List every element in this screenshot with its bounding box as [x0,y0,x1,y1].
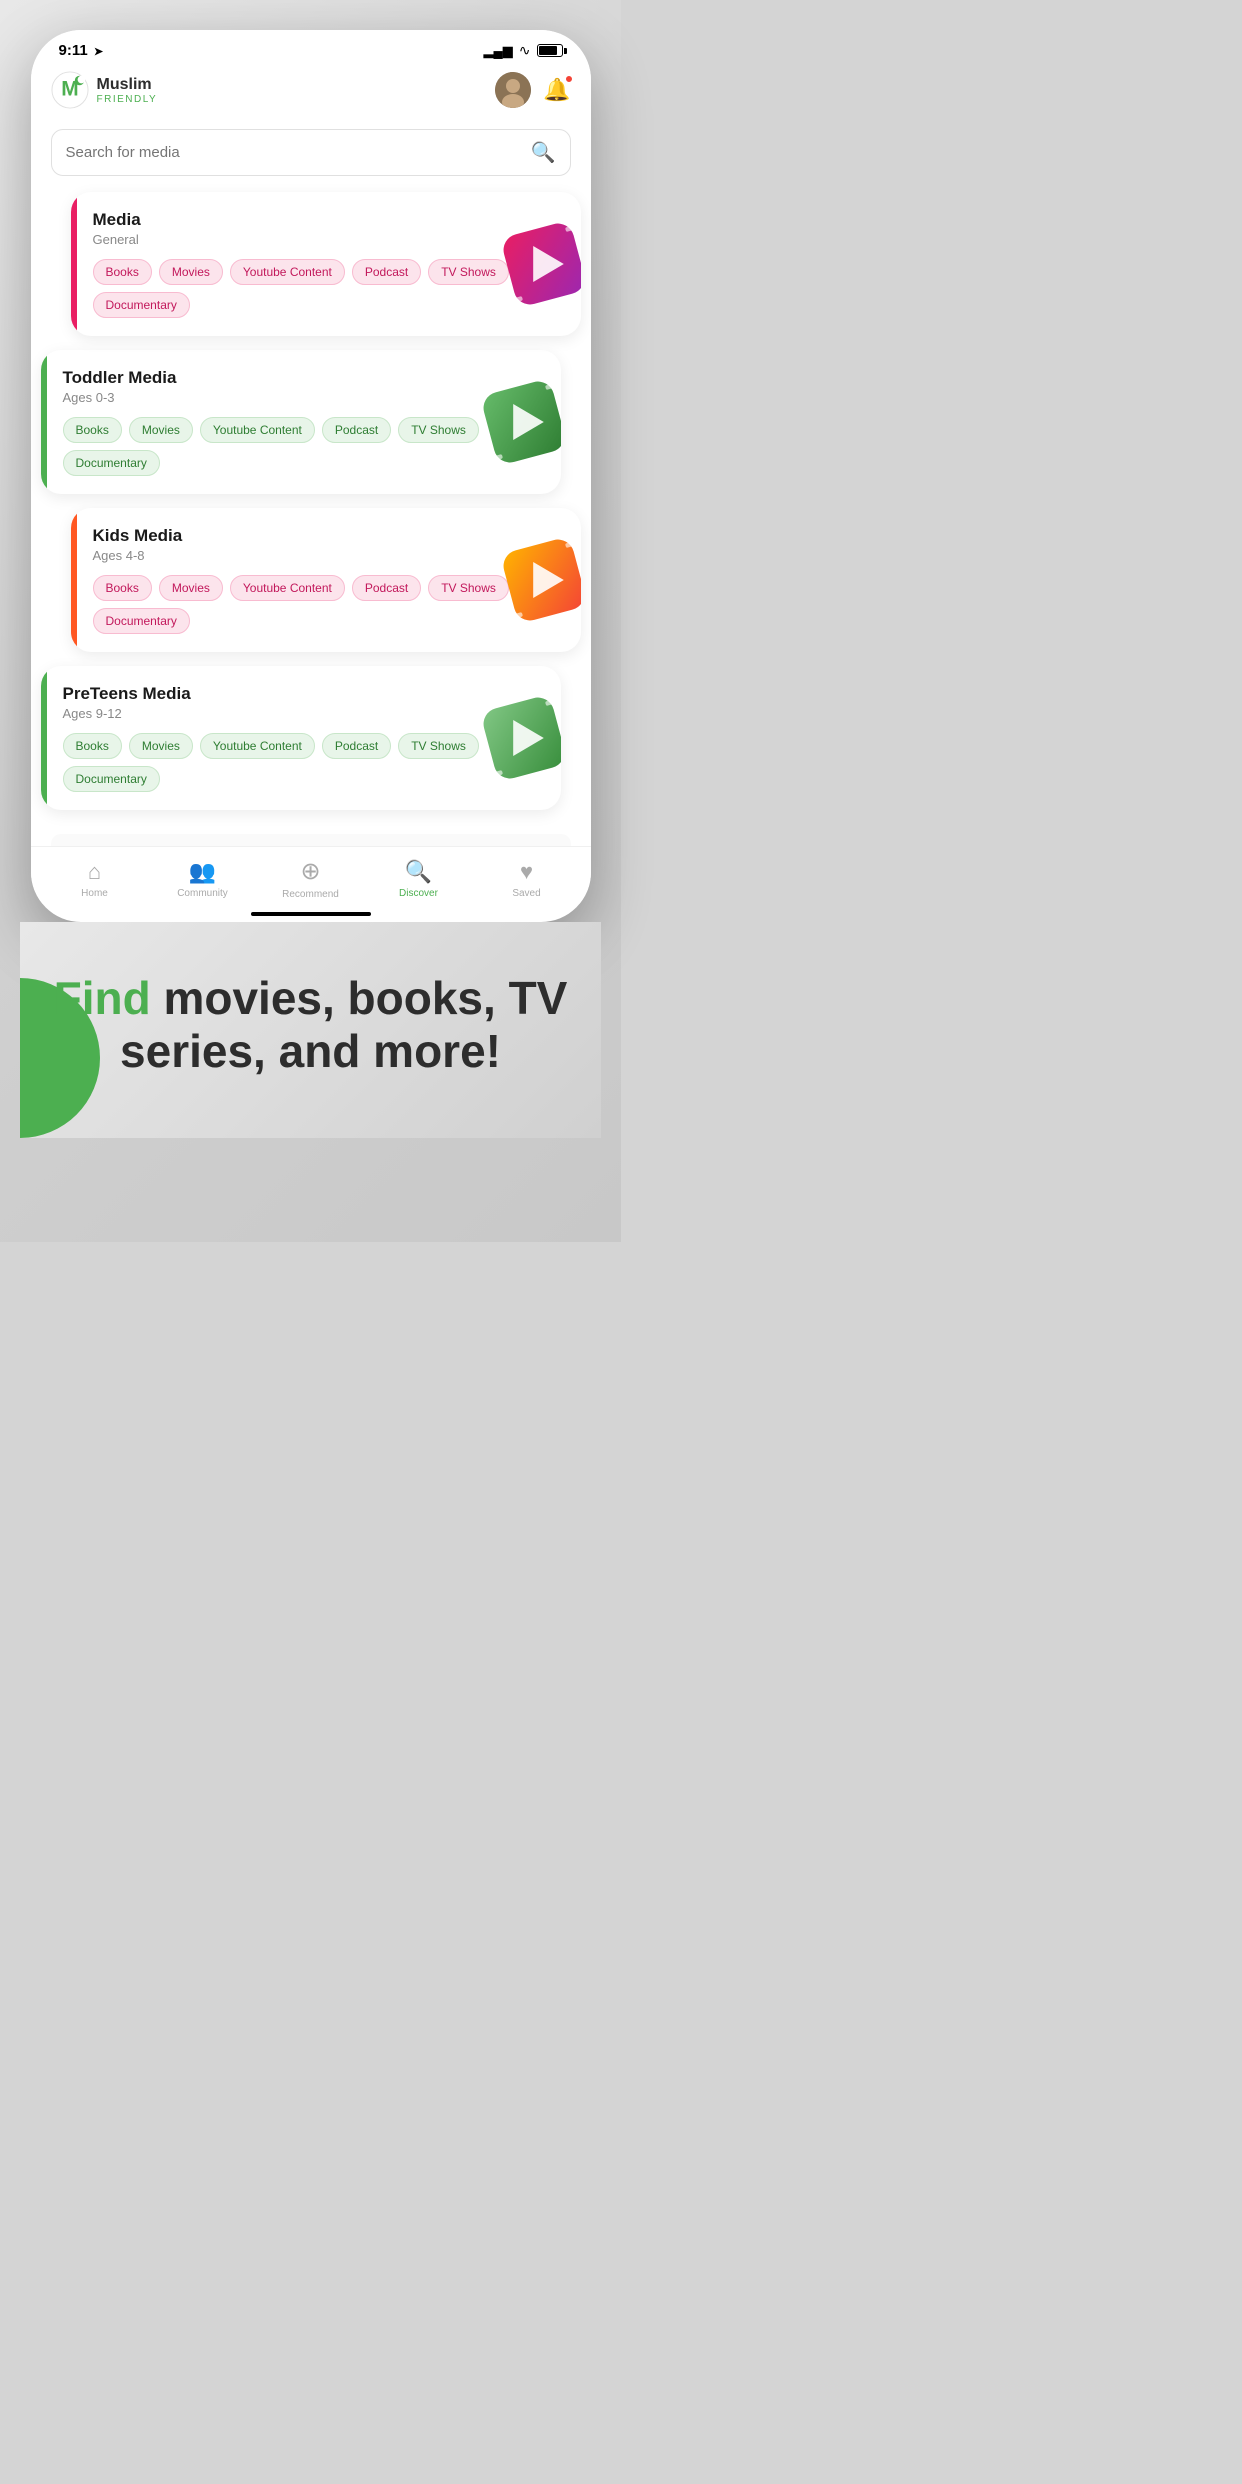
home-indicator [251,912,371,916]
tag-podcast-p[interactable]: Podcast [322,733,391,759]
app-header: M Muslim FRIENDLY [31,65,591,121]
card-preteens-subtitle: Ages 9-12 [63,706,543,721]
card-toddler-title: Toddler Media [63,368,543,388]
card-preteens[interactable]: PreTeens Media Ages 9-12 Books Movies Yo… [41,666,561,810]
card-kids-title: Kids Media [93,526,563,546]
tag-podcast[interactable]: Podcast [352,259,421,285]
tag-tvshows-p[interactable]: TV Shows [398,733,479,759]
card-kids[interactable]: Kids Media Ages 4-8 Books Movies Youtube… [71,508,581,652]
avatar[interactable] [495,72,531,108]
tag-movies[interactable]: Movies [159,259,223,285]
accent-bar-general [71,192,77,336]
tag-documentary[interactable]: Documentary [93,292,190,318]
card-toddler-subtitle: Ages 0-3 [63,390,543,405]
tag-documentary-t[interactable]: Documentary [63,450,160,476]
card-general-title: Media [93,210,563,230]
home-icon: ⌂ [88,859,101,885]
nav-home[interactable]: ⌂ Home [41,859,149,899]
tag-documentary-p[interactable]: Documentary [63,766,160,792]
home-label: Home [81,888,108,899]
tag-books-p[interactable]: Books [63,733,122,759]
notification-dot [565,75,573,83]
card-toddler[interactable]: Toddler Media Ages 0-3 Books Movies Yout… [41,350,561,494]
card-preteens-title: PreTeens Media [63,684,543,704]
location-icon: ➤ [94,46,103,58]
tag-tvshows-t[interactable]: TV Shows [398,417,479,443]
nav-recommend[interactable]: ⊕ Recommend [257,857,365,900]
bottom-nav: ⌂ Home 👥 Community ⊕ Recommend 🔍 Discove… [31,846,591,904]
promo-section: Find movies, books, TV series, and more! [20,922,601,1138]
card-toddler-tags: Books Movies Youtube Content Podcast TV … [63,417,543,476]
tag-podcast-t[interactable]: Podcast [322,417,391,443]
play-icon-red [499,219,581,309]
nav-discover[interactable]: 🔍 Discover [365,859,473,899]
card-general[interactable]: Media General Books Movies Youtube Conte… [71,192,581,336]
card-kids-subtitle: Ages 4-8 [93,548,563,563]
card-preteens-tags: Books Movies Youtube Content Podcast TV … [63,733,543,792]
tag-youtube-k[interactable]: Youtube Content [230,575,345,601]
tag-tvshows-k[interactable]: TV Shows [428,575,509,601]
tag-movies-k[interactable]: Movies [159,575,223,601]
background: 9:11 ➤ ▂▄▆ ∿ M [0,0,621,1242]
logo-icon: M [51,71,89,109]
play-icon-green2 [479,693,561,783]
search-bar[interactable]: 🔍 [51,129,571,176]
promo-rest: movies, books, TV series, and more! [120,972,567,1077]
accent-bar-kids [71,508,77,652]
tag-movies-p[interactable]: Movies [129,733,193,759]
brand-tagline: FRIENDLY [97,94,158,105]
partial-card-hint [51,834,571,846]
battery-icon [537,44,563,57]
status-bar: 9:11 ➤ ▂▄▆ ∿ [31,30,591,65]
cards-area: Media General Books Movies Youtube Conte… [31,192,591,834]
recommend-icon: ⊕ [300,857,320,886]
community-icon: 👥 [189,859,216,885]
signal-icon: ▂▄▆ [484,43,513,59]
status-icons: ▂▄▆ ∿ [484,42,563,59]
tag-movies-t[interactable]: Movies [129,417,193,443]
logo-text: Muslim FRIENDLY [97,76,158,105]
search-input[interactable] [66,144,531,161]
card-kids-tags: Books Movies Youtube Content Podcast TV … [93,575,563,634]
tag-youtube-p[interactable]: Youtube Content [200,733,315,759]
play-icon-green [479,377,561,467]
tag-podcast-k[interactable]: Podcast [352,575,421,601]
brand-name: Muslim [97,76,158,94]
avatar-image [495,72,531,108]
recommend-label: Recommend [282,889,339,900]
discover-label: Discover [399,888,438,899]
card-general-tags: Books Movies Youtube Content Podcast TV … [93,259,563,318]
tag-books[interactable]: Books [93,259,152,285]
community-label: Community [177,888,228,899]
tag-youtube[interactable]: Youtube Content [230,259,345,285]
tag-books-t[interactable]: Books [63,417,122,443]
search-icon[interactable]: 🔍 [531,140,556,165]
logo-area: M Muslim FRIENDLY [51,71,158,109]
tag-tvshows[interactable]: TV Shows [428,259,509,285]
notification-bell[interactable]: 🔔 [543,77,570,103]
nav-saved[interactable]: ♥ Saved [473,859,581,899]
nav-community[interactable]: 👥 Community [149,859,257,899]
saved-icon: ♥ [520,859,533,885]
tag-books-k[interactable]: Books [93,575,152,601]
card-general-subtitle: General [93,232,563,247]
status-time: 9:11 ➤ [59,42,104,59]
header-actions: 🔔 [495,72,570,108]
accent-bar-preteens [41,666,47,810]
discover-icon: 🔍 [405,859,432,885]
saved-label: Saved [512,888,540,899]
promo-text: Find movies, books, TV series, and more! [50,972,571,1078]
phone-frame: 9:11 ➤ ▂▄▆ ∿ M [31,30,591,922]
tag-youtube-t[interactable]: Youtube Content [200,417,315,443]
play-icon-orange [499,535,581,625]
tag-documentary-k[interactable]: Documentary [93,608,190,634]
wifi-icon: ∿ [519,42,531,59]
accent-bar-toddler [41,350,47,494]
promo-find: Find [54,972,151,1024]
